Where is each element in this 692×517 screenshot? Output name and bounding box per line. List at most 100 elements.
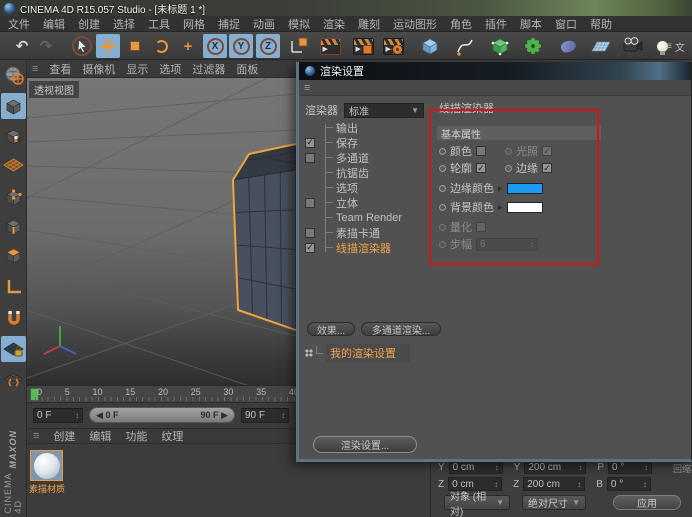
tree-item-cel-renderer[interactable]: 线描渲染器 (301, 240, 433, 255)
background-color-swatch[interactable] (507, 202, 543, 213)
scrub-left-icon[interactable]: ◀ (96, 410, 103, 420)
coordinate-system-button[interactable] (286, 34, 310, 58)
menu-create[interactable]: 创建 (78, 16, 100, 32)
snap-button[interactable] (1, 305, 26, 331)
polygons-mode-button[interactable] (1, 242, 26, 268)
size-y-field[interactable]: 200 cm↕ (524, 460, 586, 474)
tree-checkbox[interactable] (305, 153, 315, 163)
last-tool[interactable]: + (176, 34, 200, 58)
spinner-icon[interactable]: ↕ (578, 463, 582, 472)
tree-checkbox[interactable] (305, 243, 315, 253)
spinner-icon[interactable]: ↕ (643, 480, 647, 489)
tree-item-save[interactable]: 保存 (301, 135, 433, 150)
menu-animate[interactable]: 动画 (253, 16, 275, 32)
preset-name[interactable]: 我的渲染设置 (326, 344, 410, 362)
workplane-button[interactable] (1, 152, 26, 178)
end-frame-field[interactable]: 90 F ↕ (241, 408, 289, 423)
menu-help[interactable]: 帮助 (590, 16, 612, 32)
dialog-menu-icon[interactable]: ≡ (304, 82, 310, 94)
render-view-button[interactable] (318, 34, 342, 58)
viewport-menu-options[interactable]: 选项 (159, 61, 181, 77)
viewport-menu-filter[interactable]: 过滤器 (192, 61, 225, 77)
tree-item-sketch-toon[interactable]: 素描卡通 (301, 225, 433, 240)
viewport-menu-camera[interactable]: 摄像机 (82, 61, 115, 77)
menu-simulate[interactable]: 模拟 (288, 16, 310, 32)
material-menu-edit[interactable]: 编辑 (89, 428, 111, 444)
illumination-checkbox[interactable] (542, 146, 552, 156)
scale-tool[interactable] (123, 34, 147, 58)
viewport-menu-view[interactable]: 查看 (49, 61, 71, 77)
color-checkbox[interactable] (476, 146, 486, 156)
menu-mesh[interactable]: 网格 (183, 16, 205, 32)
keyframe-dot-icon[interactable] (439, 204, 446, 211)
rotate-tool[interactable] (149, 34, 173, 58)
lock-z-axis-button[interactable]: Z (256, 34, 280, 58)
menu-window[interactable]: 窗口 (555, 16, 577, 32)
menu-mograph[interactable]: 运动图形 (393, 16, 437, 32)
spinner-icon[interactable]: ↕ (75, 411, 79, 420)
viewport-canvas[interactable] (27, 78, 296, 385)
material-menu-function[interactable]: 功能 (125, 428, 147, 444)
coord-size-dropdown[interactable]: 绝对尺寸▼ (522, 495, 586, 510)
redo-button[interactable]: ↷ (34, 34, 58, 58)
live-selection-tool[interactable] (70, 34, 94, 58)
steps-field[interactable]: 6 ↕ (476, 238, 538, 251)
edge-checkbox[interactable] (542, 163, 552, 173)
tree-item-stereoscopic[interactable]: 立体 (301, 195, 433, 210)
environment-button[interactable] (589, 34, 613, 58)
material-menu-icon[interactable]: ≡ (33, 430, 39, 442)
spinner-icon[interactable]: ↕ (577, 480, 581, 489)
tree-checkbox[interactable] (305, 138, 315, 148)
points-mode-button[interactable] (1, 184, 26, 210)
model-mode-button[interactable] (1, 93, 26, 119)
tree-item-team-render[interactable]: Team Render (301, 210, 433, 225)
menu-tools[interactable]: 工具 (148, 16, 170, 32)
menu-character[interactable]: 角色 (450, 16, 472, 32)
scrub-right-icon[interactable]: ▶ (221, 410, 228, 420)
position-y-field[interactable]: 0 cm↕ (449, 460, 503, 474)
render-to-picture-viewer-button[interactable] (351, 34, 375, 58)
cube-object[interactable] (233, 144, 296, 330)
viewport-view-label[interactable]: 透视视图 (29, 81, 79, 98)
outline-checkbox[interactable] (476, 163, 486, 173)
undo-button[interactable]: ↶ (10, 34, 34, 58)
enable-axis-button[interactable] (1, 274, 26, 300)
menu-snap[interactable]: 捕捉 (218, 16, 240, 32)
menu-plugins[interactable]: 插件 (485, 16, 507, 32)
workplane-snap-button[interactable] (1, 366, 26, 392)
current-frame-field[interactable]: 0 F ↕ (33, 408, 83, 423)
window-titlebar[interactable]: CINEMA 4D R15.057 Studio - [未标题 1 *] (0, 0, 692, 16)
rotation-p-field[interactable]: 0 °↕ (608, 460, 652, 474)
rotation-b-field[interactable]: 0 °↕ (607, 477, 651, 491)
tree-item-output[interactable]: 输出 (301, 120, 433, 135)
edges-mode-button[interactable] (1, 213, 26, 239)
keyframe-dot-icon[interactable] (439, 165, 446, 172)
tree-item-options[interactable]: 选项 (301, 180, 433, 195)
make-editable-button[interactable] (1, 63, 26, 89)
deformers-button[interactable] (556, 34, 580, 58)
generators-button[interactable] (488, 34, 512, 58)
lock-x-axis-button[interactable]: X (203, 34, 227, 58)
material-name[interactable]: 素描材质 (29, 482, 81, 495)
effects-button[interactable]: 效果... (307, 322, 355, 336)
basic-properties-header[interactable]: 基本属性 (437, 126, 601, 140)
apply-button[interactable]: 应用 (613, 495, 681, 510)
edge-color-swatch[interactable] (507, 183, 543, 194)
modeling-objects-button[interactable] (521, 34, 545, 58)
spline-pen-button[interactable] (453, 34, 477, 58)
viewport-menu-icon[interactable]: ≡ (32, 63, 38, 75)
multipass-render-button[interactable]: 多通道渲染... (361, 322, 441, 336)
quantize-checkbox[interactable] (476, 222, 486, 232)
layout-palette-partial[interactable]: ≡ 文 (666, 33, 692, 59)
menu-sculpt[interactable]: 雕刻 (358, 16, 380, 32)
size-z-field[interactable]: 200 cm↕ (523, 477, 585, 491)
keyframe-dot-icon[interactable] (505, 165, 512, 172)
lock-workplane-button[interactable] (1, 336, 26, 362)
spinner-icon[interactable]: ↕ (495, 463, 499, 472)
menu-script[interactable]: 脚本 (520, 16, 542, 32)
camera-button[interactable] (621, 34, 645, 58)
material-thumbnail[interactable] (30, 450, 63, 481)
viewport-menu-display[interactable]: 显示 (126, 61, 148, 77)
render-preset-item[interactable]: 我的渲染设置 (305, 344, 410, 362)
menu-edit[interactable]: 编辑 (43, 16, 65, 32)
